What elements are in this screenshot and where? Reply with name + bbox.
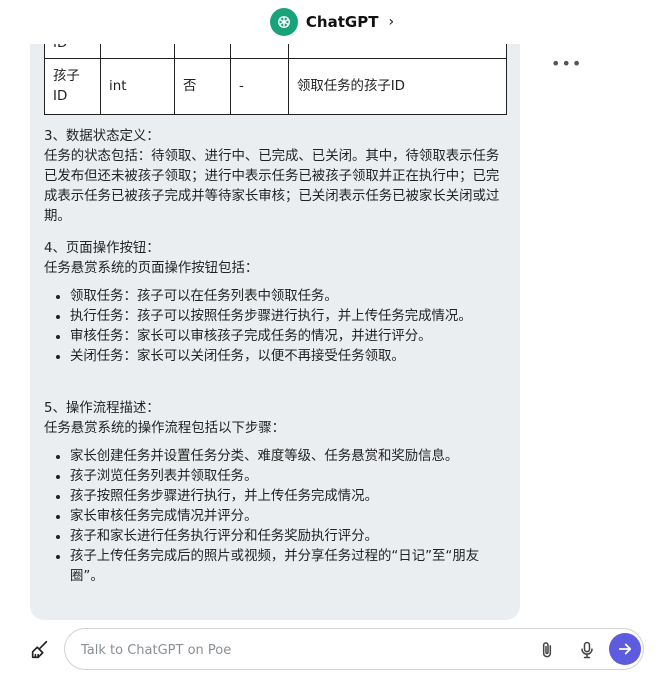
- message-input[interactable]: [81, 639, 521, 661]
- section-body: 任务的状态包括：待领取、进行中、已完成、已关闭。其中，待领取表示任务已发布但还未…: [44, 149, 500, 224]
- section-data-status: 3、数据状态定义： 任务的状态包括：待领取、进行中、已完成、已关闭。其中，待领取…: [44, 127, 508, 227]
- bot-message: ID 孩子ID int 否 - 领取任务的孩子ID 3、数据状态定义： 任务的状…: [30, 44, 520, 620]
- section-title: 4、页面操作按钮：: [44, 241, 160, 256]
- list-item: 领取任务：孩子可以在任务列表中领取任务。: [70, 287, 508, 307]
- send-arrow-icon: [618, 643, 632, 655]
- bullet-list: 领取任务：孩子可以在任务列表中领取任务。 执行任务：孩子可以按照任务步骤进行执行…: [70, 287, 508, 367]
- section-body: 任务悬赏系统的操作流程包括以下步骤：: [44, 421, 286, 436]
- message-list[interactable]: ID 孩子ID int 否 - 领取任务的孩子ID 3、数据状态定义： 任务的状…: [0, 44, 664, 624]
- bullet-list: 家长创建任务并设置任务分类、难度等级、任务悬赏和奖励信息。 孩子浏览任务列表并领…: [70, 447, 508, 587]
- list-item: 执行任务：孩子可以按照任务步骤进行执行，并上传任务完成情况。: [70, 307, 508, 327]
- table-cell: 孩子ID: [44, 58, 101, 115]
- paperclip-icon: [542, 642, 552, 658]
- list-item: 家长创建任务并设置任务分类、难度等级、任务悬赏和奖励信息。: [70, 447, 508, 467]
- mic-icon: [581, 641, 593, 659]
- section-page-buttons: 4、页面操作按钮： 任务悬赏系统的页面操作按钮包括： 领取任务：孩子可以在任务列…: [44, 239, 508, 367]
- voice-button[interactable]: [577, 639, 597, 665]
- chatgpt-logo-icon: [269, 8, 298, 36]
- section-title: 3、数据状态定义：: [44, 129, 160, 144]
- bot-title: ChatGPT: [305, 13, 379, 31]
- list-item: 审核任务：家长可以审核孩子完成任务的情况，并进行评分。: [70, 327, 508, 347]
- table-cell: 领取任务的孩子ID: [288, 58, 507, 115]
- table-cell: -: [230, 58, 289, 115]
- more-icon[interactable]: •••: [551, 54, 582, 73]
- table-cell: [100, 44, 175, 59]
- fields-table: ID 孩子ID int 否 - 领取任务的孩子ID: [44, 44, 507, 115]
- message-input-box[interactable]: [64, 628, 644, 670]
- send-button[interactable]: [609, 633, 641, 665]
- table-cell: int: [100, 58, 175, 115]
- section-workflow: 5、操作流程描述： 任务悬赏系统的操作流程包括以下步骤： 家长创建任务并设置任务…: [44, 399, 508, 587]
- list-item: 家长审核任务完成情况并评分。: [70, 507, 508, 527]
- brush-icon: [31, 640, 48, 659]
- chevron-right-icon: ›: [388, 14, 395, 30]
- table-cell: [174, 44, 231, 59]
- composer: [0, 624, 664, 680]
- table-cell: [230, 44, 289, 59]
- list-item: 关闭任务：家长可以关闭任务，以便不再接受任务领取。: [70, 347, 508, 367]
- app: ChatGPT › ID 孩子ID int 否 - 领取任务的孩子ID: [0, 0, 664, 680]
- clear-context-button[interactable]: [26, 636, 54, 664]
- table-row: ID: [44, 44, 507, 59]
- section-title: 5、操作流程描述：: [44, 401, 160, 416]
- attach-button[interactable]: [537, 639, 557, 665]
- bot-title-button[interactable]: ChatGPT ›: [269, 8, 395, 36]
- section-body: 任务悬赏系统的页面操作按钮包括：: [44, 261, 259, 276]
- table-row: 孩子ID int 否 - 领取任务的孩子ID: [44, 58, 507, 115]
- list-item: 孩子按照任务步骤进行执行，并上传任务完成情况。: [70, 487, 508, 507]
- table-cell: [288, 44, 507, 59]
- list-item: 孩子和家长进行任务执行评分和任务奖励执行评分。: [70, 527, 508, 547]
- list-item: 孩子浏览任务列表并领取任务。: [70, 467, 508, 487]
- list-item: 孩子上传任务完成后的照片或视频，并分享任务过程的“日记”至“朋友圈”。: [70, 547, 508, 587]
- header: ChatGPT ›: [0, 0, 664, 44]
- table-cell: 否: [174, 58, 231, 115]
- table-cell: ID: [44, 44, 101, 59]
